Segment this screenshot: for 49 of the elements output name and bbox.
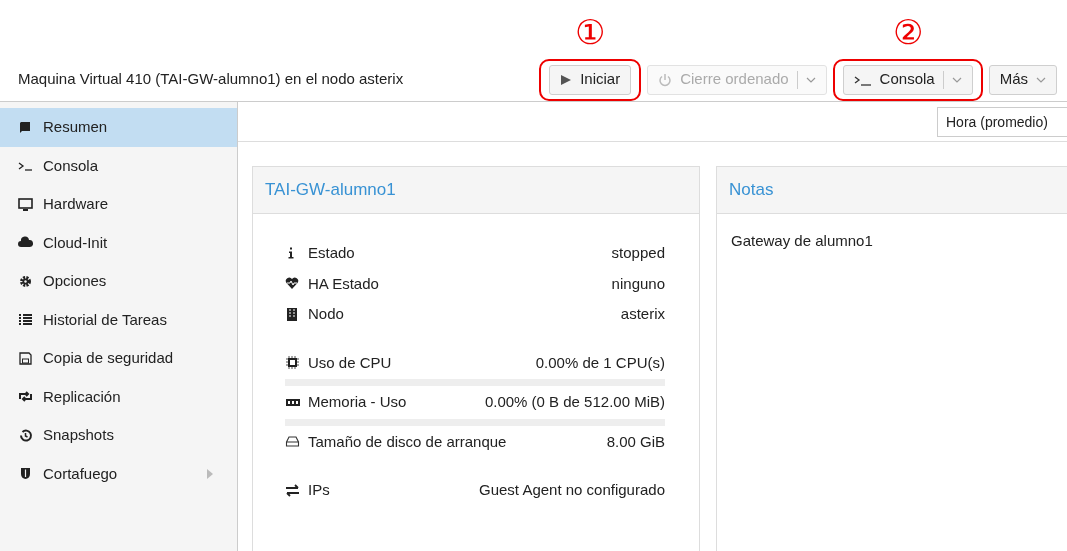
play-icon xyxy=(560,73,573,86)
window-title: Maquina Virtual 410 (TAI-GW-alumno1) en el nodo asterix xyxy=(18,69,404,90)
info-value: 8.00 GiB xyxy=(606,431,665,452)
sidebar-item[interactable]: Replicación xyxy=(0,377,237,416)
floppy-icon xyxy=(18,350,33,366)
caret-icon xyxy=(805,76,816,83)
monitor-icon xyxy=(18,196,33,212)
info-label: HA Estado xyxy=(308,273,379,294)
sidebar-item[interactable]: Hardware xyxy=(0,185,237,224)
sidebar-item[interactable]: Cortafuego xyxy=(0,454,237,493)
toolbar-button[interactable]: Más xyxy=(988,64,1057,95)
annotation-number: ① xyxy=(575,14,606,49)
info-value: stopped xyxy=(611,243,665,263)
caret-icon xyxy=(1036,76,1046,83)
exchange-icon xyxy=(285,482,300,498)
power-icon xyxy=(658,72,673,87)
info-value: Guest Agent no configurado xyxy=(479,480,665,500)
panel-title: TAI-GW-alumno1 xyxy=(253,167,699,214)
toolbar-button[interactable]: Consola xyxy=(842,64,973,95)
info-value: ninguno xyxy=(611,273,665,294)
hdd-icon xyxy=(285,434,300,450)
info-label: Uso de CPU xyxy=(308,352,392,373)
gear-icon xyxy=(18,273,33,289)
info-value: asterix xyxy=(620,304,665,324)
sidebar-item[interactable]: Historial de Tareas xyxy=(0,300,237,339)
caret-icon xyxy=(951,76,962,83)
info-label: Memoria - Uso xyxy=(308,392,407,412)
sidebar-item[interactable]: Resumen xyxy=(0,108,237,147)
info-label: IPs xyxy=(308,480,330,500)
sidebar-item[interactable]: Cloud-Init xyxy=(0,223,237,262)
sidebar-item[interactable]: Snapshots xyxy=(0,416,237,455)
info-label: Estado xyxy=(308,243,355,263)
panel-title: Notas xyxy=(717,167,1067,214)
building-icon xyxy=(285,306,300,322)
chip-icon xyxy=(285,355,300,371)
sidebar-item[interactable]: Copia de seguridad xyxy=(0,339,237,378)
sidebar-item[interactable]: Opciones xyxy=(0,262,237,301)
info-label: Nodo xyxy=(308,304,344,324)
timeframe-select[interactable]: Hora (promedio) xyxy=(937,107,1067,137)
annotation-number: ② xyxy=(892,14,923,49)
sidebar-item[interactable]: Consola xyxy=(0,146,237,185)
notes-text: Gateway de alumno1 xyxy=(730,231,874,251)
info-value: 0.00% (0 B de 512.00 MiB) xyxy=(484,392,665,412)
info-label: Tamaño de disco de arranque xyxy=(308,431,507,452)
history-icon xyxy=(18,427,33,443)
toolbar-button[interactable]: Iniciar xyxy=(549,64,632,95)
info-value: 0.00% de 1 CPU(s) xyxy=(535,352,665,373)
list-icon xyxy=(18,312,33,328)
shield-icon xyxy=(18,466,33,482)
